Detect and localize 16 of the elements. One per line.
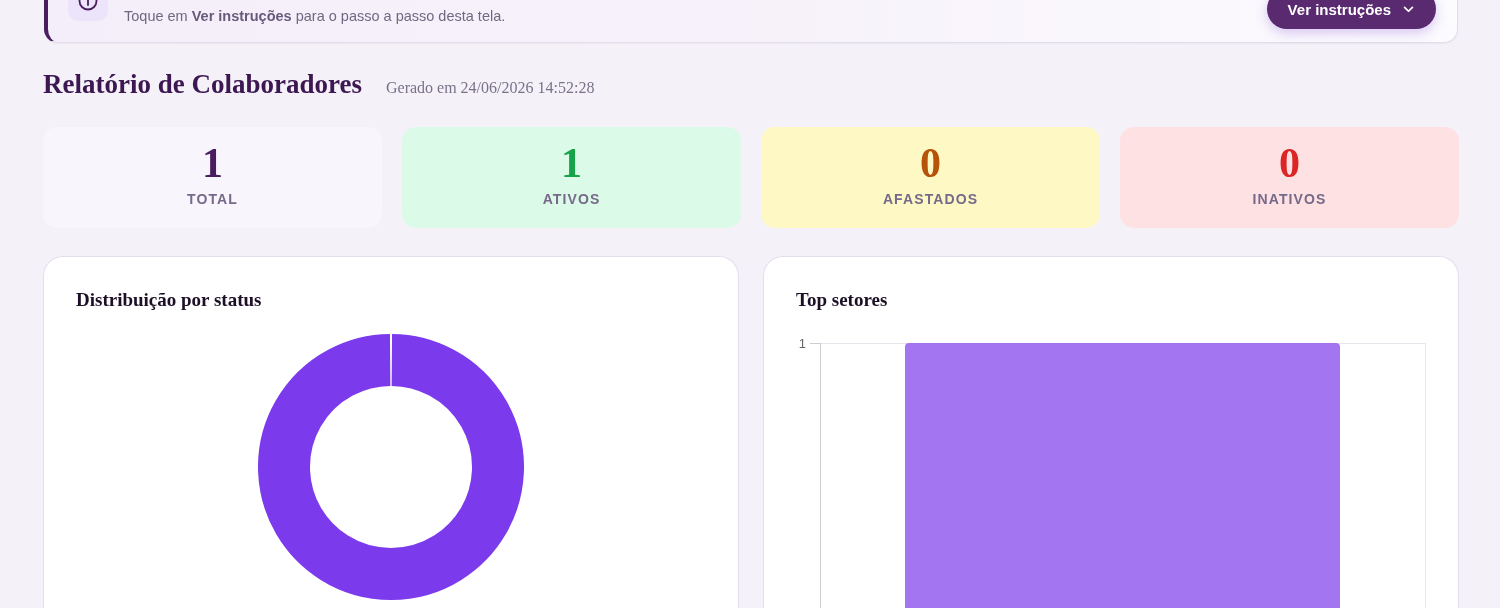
y-tick-label: 1	[798, 335, 806, 351]
stat-value: 1	[202, 141, 223, 185]
banner-text: Toque em Ver instruções para o passo a passo desta tela.	[124, 7, 507, 26]
stat-value: 0	[1279, 141, 1300, 185]
stat-label: INATIVOS	[1252, 190, 1327, 209]
stat-label: ATIVOS	[542, 190, 601, 209]
stat-value: 1	[561, 141, 582, 185]
stat-label: AFASTADOS	[882, 190, 979, 209]
generated-timestamp: Gerado em 24/06/2026 14:52:28	[385, 79, 595, 97]
stat-label: TOTAL	[187, 190, 238, 209]
stat-value: 0	[920, 141, 941, 185]
report-title: Relatório de Colaboradores	[43, 68, 362, 101]
chart-title: Distribuição por status	[76, 288, 263, 312]
instructions-button[interactable]: Ver instruções	[1266, 0, 1436, 29]
chart-title: Top setores	[796, 288, 889, 312]
chevron-down-icon	[1403, 5, 1414, 13]
